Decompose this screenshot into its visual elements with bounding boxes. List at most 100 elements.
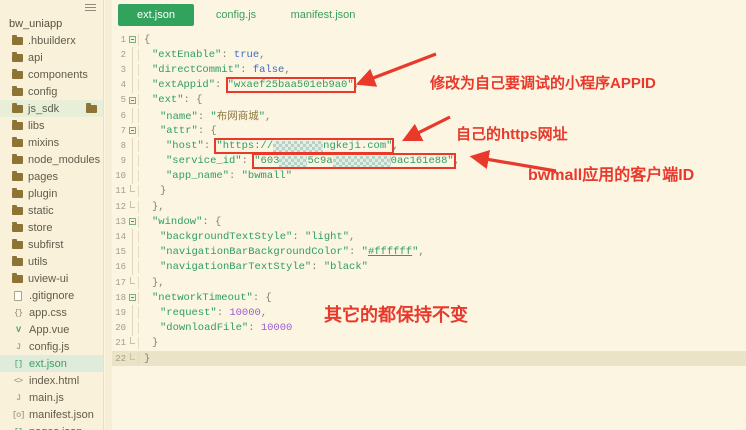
folder-icon [12, 187, 23, 198]
code-line-6[interactable]: 6 "name": "布网商城", [112, 107, 746, 124]
censored-mosaic [273, 140, 324, 152]
file-tree-item--gitignore[interactable]: .gitignore [0, 287, 103, 304]
json-file-icon: [] [12, 427, 24, 430]
sidebar-splitter[interactable] [105, 0, 112, 430]
folder-icon [12, 51, 23, 62]
indent-guide [126, 107, 138, 124]
file-tree-item-label: static [28, 204, 54, 217]
file-tree-item-static[interactable]: static [0, 202, 103, 219]
file-tree-item-manifest-json[interactable]: [o] manifest.json [0, 406, 103, 423]
indent-guide [126, 184, 138, 199]
code-text: "name": "布网商城", [138, 108, 271, 124]
code-line-5[interactable]: 5 "ext": { [112, 93, 746, 108]
js-file-icon: J [15, 341, 21, 352]
file-tree-item-uview-ui[interactable]: uview-ui [0, 270, 103, 287]
braces-file-icon: {} [13, 307, 23, 318]
folder-icon [12, 119, 23, 130]
file-tree-item-label: config.js [29, 340, 70, 353]
line-number: 8 [120, 140, 126, 151]
code-line-8[interactable]: 8 "host": "https://ngkeji.com", [112, 137, 746, 154]
code-line-15[interactable]: 15 "navigationBarBackgroundColor": "#ffff… [112, 244, 746, 260]
file-tree-item-pages-json[interactable]: [] pages.json [0, 423, 103, 430]
folder-icon [12, 102, 23, 113]
file-icon [14, 290, 22, 301]
file-tree-item-utils[interactable]: utils [0, 253, 103, 270]
json-o-file-icon: [o] [12, 409, 25, 420]
file-tree-item-label: pages [28, 170, 58, 183]
code-text: "service_id": "603 5c9a 0ac161e88", [138, 153, 460, 170]
file-tree-item-mixins[interactable]: mixins [0, 134, 103, 151]
line-number: 11 [115, 186, 126, 197]
tab-manifest-json[interactable]: manifest.json [278, 4, 368, 26]
indent-guide [126, 259, 138, 275]
file-tree-item-ext-json[interactable]: [] ext.json [0, 355, 103, 372]
code-line-11[interactable]: 11} [112, 184, 746, 199]
file-tree-item-node-modules[interactable]: node_modules [0, 151, 103, 168]
fold-toggle-icon[interactable] [126, 123, 138, 138]
file-tree-item-label: main.js [29, 391, 64, 404]
folder-icon [12, 238, 23, 249]
code-line-17[interactable]: 17}, [112, 275, 746, 290]
file-tree-item-app-css[interactable]: {} app.css [0, 304, 103, 321]
file-tree-item-label: config [28, 85, 58, 98]
file-tree-item-store[interactable]: store [0, 219, 103, 236]
code-text: "directCommit": false, [138, 63, 291, 76]
file-tree-item-config[interactable]: config [0, 83, 103, 100]
file-tree-item-label: api [28, 51, 43, 64]
line-number: 5 [120, 95, 126, 106]
folder-icon [12, 34, 23, 45]
hamburger-menu-icon[interactable] [85, 4, 96, 11]
code-line-7[interactable]: 7 "attr": { [112, 123, 746, 138]
file-tree-item-plugin[interactable]: plugin [0, 185, 103, 202]
line-number: 15 [115, 247, 126, 258]
file-tree: bw_uniapp .hbuilderx api components config j… [0, 0, 103, 430]
line-number: 3 [120, 64, 126, 75]
file-tree-item-label: manifest.json [29, 408, 94, 421]
file-tree-item-label: .gitignore [29, 289, 75, 302]
code-line-1[interactable]: 1{ [112, 32, 746, 47]
code-line-22[interactable]: 22} [112, 350, 746, 367]
code-line-12[interactable]: 12}, [112, 199, 746, 214]
folder-status-icon [86, 102, 97, 113]
folder-icon [12, 68, 23, 79]
folder-icon [12, 255, 23, 266]
editor-panel: ext.json config.js manifest.json 1{2 "ext… [112, 0, 746, 430]
red-highlight-box: "https://ngkeji.com" [214, 137, 395, 154]
vue-file-icon: V [15, 324, 21, 335]
code-text: "backgroundTextStyle": "light", [138, 231, 355, 244]
editor-tabbar: ext.json config.js manifest.json [112, 0, 746, 30]
code-line-21[interactable]: 21} [112, 336, 746, 351]
folder-icon [12, 85, 23, 96]
file-tree-item-api[interactable]: api [0, 49, 103, 66]
line-number: 18 [115, 292, 126, 303]
code-text: } [138, 337, 158, 350]
file-tree-item-main-js[interactable]: Jmain.js [0, 389, 103, 406]
file-tree-item-subfirst[interactable]: subfirst [0, 236, 103, 253]
indent-guide [126, 229, 138, 245]
fold-toggle-icon[interactable] [126, 290, 138, 305]
indent-guide [126, 138, 138, 154]
tab-config-js[interactable]: config.js [198, 4, 274, 26]
file-tree-item-pages[interactable]: pages [0, 168, 103, 185]
file-tree-item--hbuilderx[interactable]: .hbuilderx [0, 32, 103, 49]
json-file-icon: [] [13, 358, 23, 369]
fold-toggle-icon[interactable] [126, 93, 138, 108]
file-tree-item-js-sdk[interactable]: js_sdk [0, 100, 103, 117]
file-tree-item-libs[interactable]: libs [0, 117, 103, 134]
project-root[interactable]: bw_uniapp [0, 15, 103, 32]
red-highlight-box: "603 5c9a 0ac161e88" [252, 153, 456, 170]
line-number: 1 [120, 34, 126, 45]
code-line-14[interactable]: 14 "backgroundTextStyle": "light", [112, 229, 746, 245]
code-line-2[interactable]: 2 "extEnable": true, [112, 47, 746, 63]
code-line-13[interactable]: 13 "window": { [112, 214, 746, 229]
file-tree-item-label: subfirst [28, 238, 64, 251]
code-text: "window": { [138, 215, 221, 228]
file-tree-item-app-vue[interactable]: V App.vue [0, 321, 103, 338]
fold-toggle-icon[interactable] [126, 214, 138, 229]
code-line-16[interactable]: 16 "navigationBarTextStyle": "black" [112, 259, 746, 275]
tab-ext-json[interactable]: ext.json [118, 4, 194, 26]
file-tree-item-config-js[interactable]: Jconfig.js [0, 338, 103, 355]
file-tree-item-index-html[interactable]: <> index.html [0, 372, 103, 389]
fold-toggle-icon[interactable] [126, 32, 138, 47]
file-tree-item-components[interactable]: components [0, 66, 103, 83]
